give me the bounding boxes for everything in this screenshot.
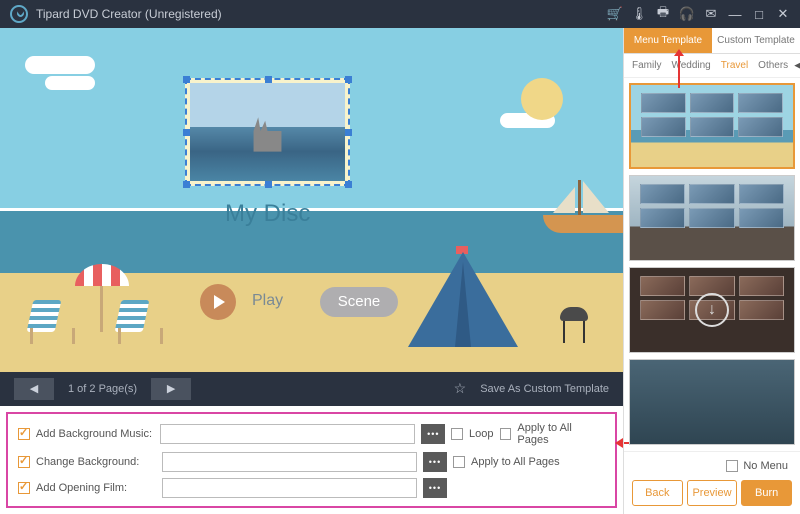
apply-all-bg-checkbox[interactable] [453, 456, 465, 468]
maximize-icon[interactable]: □ [752, 7, 766, 21]
page-indicator: 1 of 2 Page(s) [68, 383, 137, 395]
umbrella-icon [75, 272, 103, 332]
back-button[interactable]: Back [632, 480, 683, 506]
bg-music-label: Add Background Music: [36, 428, 155, 440]
opening-film-input[interactable] [162, 478, 417, 498]
main: My Disc Play Scene ◀ 1 of 2 Page(s) ▶ ☆ … [0, 28, 800, 514]
change-bg-checkbox[interactable] [18, 456, 30, 468]
bg-music-browse-button[interactable]: ••• [421, 424, 445, 444]
boat-icon [543, 193, 623, 233]
cat-prev-icon[interactable]: ◀ [794, 60, 800, 72]
action-buttons: Back Preview Burn [632, 480, 792, 506]
preview-button[interactable]: Preview [687, 480, 738, 506]
headset-icon[interactable]: 🎧 [680, 7, 694, 21]
no-menu-checkbox[interactable] [726, 460, 738, 472]
play-button[interactable] [200, 284, 236, 320]
video-thumbnail-frame[interactable] [185, 78, 350, 186]
bbq-icon [560, 307, 588, 342]
cat-others[interactable]: Others [754, 58, 792, 73]
opening-film-browse-button[interactable]: ••• [423, 478, 447, 498]
change-bg-row: Change Background: ••• Apply to All Page… [18, 452, 605, 472]
bottom-actions: No Menu Back Preview Burn [624, 451, 800, 514]
disc-title[interactable]: My Disc [225, 200, 310, 228]
opening-film-checkbox[interactable] [18, 482, 30, 494]
next-page-button[interactable]: ▶ [151, 378, 191, 400]
no-menu-label: No Menu [743, 460, 788, 472]
annotation-arrow-icon [678, 56, 680, 88]
minimize-icon[interactable]: — [728, 7, 742, 21]
cat-wedding[interactable]: Wedding [667, 58, 714, 73]
change-bg-label: Change Background: [36, 456, 156, 468]
tab-menu-template[interactable]: Menu Template [624, 28, 712, 53]
mail-icon[interactable]: ✉ [704, 7, 718, 21]
bg-music-checkbox[interactable] [18, 428, 30, 440]
cart-icon[interactable]: 🛒 [608, 7, 622, 21]
apply-all-music-checkbox[interactable] [500, 428, 512, 440]
change-bg-browse-button[interactable]: ••• [423, 452, 447, 472]
cat-family[interactable]: Family [628, 58, 665, 73]
template-item[interactable] [629, 83, 795, 169]
change-bg-input[interactable] [162, 452, 417, 472]
cat-travel[interactable]: Travel [717, 58, 752, 73]
app-logo-icon [10, 5, 28, 23]
loop-label: Loop [469, 428, 493, 440]
download-icon[interactable]: ↓ [695, 293, 729, 327]
no-menu-row: No Menu [632, 460, 792, 472]
print-icon[interactable]: 🖶 [656, 7, 670, 21]
play-label[interactable]: Play [252, 292, 283, 310]
close-icon[interactable]: ✕ [776, 7, 790, 21]
template-item[interactable] [629, 359, 795, 445]
options-panel: Add Background Music: ••• Loop Apply to … [6, 412, 617, 508]
opening-film-row: Add Opening Film: ••• [18, 478, 605, 498]
template-type-tabs: Menu Template Custom Template [624, 28, 800, 54]
cloud-icon [25, 56, 95, 74]
left-pane: My Disc Play Scene ◀ 1 of 2 Page(s) ▶ ☆ … [0, 28, 623, 514]
category-tabs: Family Wedding Travel Others ◀ ▶ [624, 54, 800, 78]
template-item[interactable]: ↓ [629, 267, 795, 353]
category-nav: ◀ ▶ [794, 60, 800, 72]
burn-button[interactable]: Burn [741, 480, 792, 506]
tent-icon [408, 252, 518, 347]
titlebar-actions: 🛒 🌡 🖶 🎧 ✉ — □ ✕ [608, 7, 790, 21]
bg-music-row: Add Background Music: ••• Loop Apply to … [18, 422, 605, 446]
video-thumbnail [190, 83, 345, 181]
cloud-icon [45, 76, 95, 90]
scene-button[interactable]: Scene [320, 287, 398, 317]
pager-bar: ◀ 1 of 2 Page(s) ▶ ☆ Save As Custom Temp… [0, 372, 623, 406]
menu-preview: My Disc Play Scene [0, 28, 623, 372]
apply-all-bg-label: Apply to All Pages [471, 456, 560, 468]
app-title: Tipard DVD Creator (Unregistered) [36, 7, 608, 21]
template-item[interactable] [629, 175, 795, 261]
star-icon[interactable]: ☆ [454, 380, 467, 397]
opening-film-label: Add Opening Film: [36, 482, 156, 494]
chair-icon [118, 300, 146, 332]
sun-icon [521, 78, 563, 120]
titlebar: Tipard DVD Creator (Unregistered) 🛒 🌡 🖶 … [0, 0, 800, 28]
save-template-link[interactable]: Save As Custom Template [480, 383, 609, 395]
right-pane: Menu Template Custom Template Family Wed… [623, 28, 800, 514]
loop-checkbox[interactable] [451, 428, 463, 440]
tab-custom-template[interactable]: Custom Template [712, 28, 800, 53]
chair-icon [30, 300, 58, 332]
apply-all-music-label: Apply to All Pages [517, 422, 605, 446]
template-list[interactable]: ↓ [624, 78, 800, 451]
key-icon[interactable]: 🌡 [632, 7, 646, 21]
bg-music-input[interactable] [160, 424, 415, 444]
prev-page-button[interactable]: ◀ [14, 378, 54, 400]
